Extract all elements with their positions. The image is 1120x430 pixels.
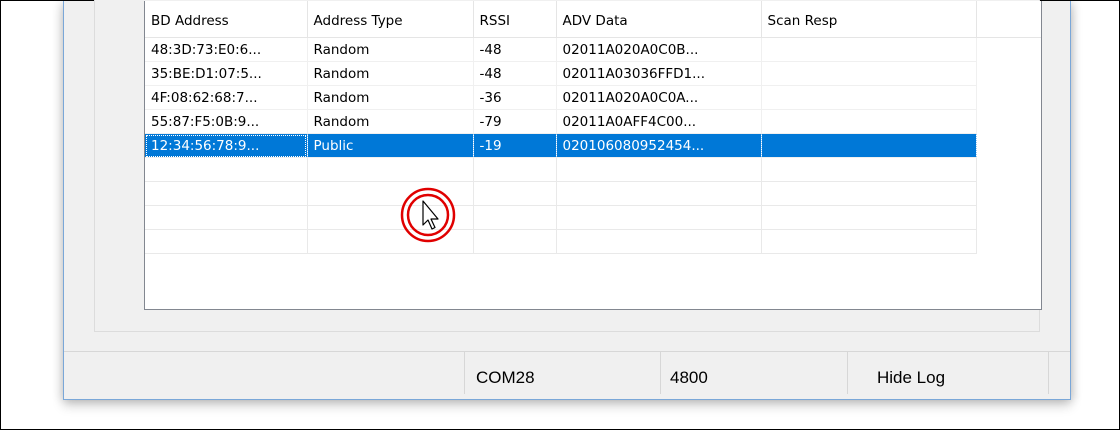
cell-address-type: Random xyxy=(307,61,474,86)
cell-address-type: Public xyxy=(307,133,474,158)
table-row[interactable]: 55:87:F5:0B:9... Random -79 02011A0AFF4C… xyxy=(145,109,977,134)
cell-scan-resp xyxy=(761,109,977,134)
empty-row xyxy=(145,157,977,182)
device-list[interactable]: BD Address Address Type RSSI ADV Data Sc… xyxy=(144,1,1042,310)
app-window: BD Address Address Type RSSI ADV Data Sc… xyxy=(63,0,1071,400)
cell-rssi: -48 xyxy=(473,37,557,62)
hide-log-label: Hide Log xyxy=(877,368,946,387)
cell-scan-resp xyxy=(761,133,977,158)
cell-adv-data: 020106080952454... xyxy=(556,133,762,158)
column-header-bd-address[interactable]: BD Address xyxy=(145,1,308,38)
table-header-row: BD Address Address Type RSSI ADV Data Sc… xyxy=(145,1,977,38)
cell-bd-address: 55:87:F5:0B:9... xyxy=(145,109,308,134)
status-segment-blank xyxy=(64,352,465,394)
cell-rssi: -48 xyxy=(473,61,557,86)
status-segment-port: COM28 xyxy=(464,352,661,394)
cell-rssi: -79 xyxy=(473,109,557,134)
cell-bd-address: 35:BE:D1:07:5... xyxy=(145,61,308,86)
cell-rssi: -19 xyxy=(473,133,557,158)
cell-address-type: Random xyxy=(307,109,474,134)
device-table: BD Address Address Type RSSI ADV Data Sc… xyxy=(145,1,977,254)
status-segment-baud: 4800 xyxy=(660,352,848,394)
cell-adv-data: 02011A03036FFD1... xyxy=(556,61,762,86)
baud-rate-label: 4800 xyxy=(670,368,708,387)
cell-address-type: Random xyxy=(307,37,474,62)
cell-rssi: -36 xyxy=(473,85,557,110)
cell-scan-resp xyxy=(761,61,977,86)
status-bar: COM28 4800 Hide Log xyxy=(64,351,1070,398)
table-row[interactable]: 48:3D:73:E0:6... Random -48 02011A020A0C… xyxy=(145,37,977,62)
table-row[interactable]: 4F:08:62:68:7... Random -36 02011A020A0C… xyxy=(145,85,977,110)
column-header-scan-resp[interactable]: Scan Resp xyxy=(761,1,977,38)
cell-adv-data: 02011A0AFF4C00... xyxy=(556,109,762,134)
cell-bd-address: 48:3D:73:E0:6... xyxy=(145,37,308,62)
cell-adv-data: 02011A020A0C0A... xyxy=(556,85,762,110)
cell-scan-resp xyxy=(761,37,977,62)
column-header-address-type[interactable]: Address Type xyxy=(307,1,474,38)
column-header-adv-data[interactable]: ADV Data xyxy=(556,1,762,38)
table-row-selected[interactable]: 12:34:56:78:9... Public -19 020106080952… xyxy=(145,133,977,158)
arrow-pointer-icon xyxy=(422,200,439,230)
table-row[interactable]: 35:BE:D1:07:5... Random -48 02011A03036F… xyxy=(145,61,977,86)
screenshot-frame: BD Address Address Type RSSI ADV Data Sc… xyxy=(0,0,1120,430)
cell-bd-address: 4F:08:62:68:7... xyxy=(145,85,308,110)
hide-log-button[interactable]: Hide Log xyxy=(847,352,1049,394)
com-port-label: COM28 xyxy=(476,368,535,387)
empty-row xyxy=(145,229,977,254)
empty-row xyxy=(145,205,977,230)
cell-address-type: Random xyxy=(307,85,474,110)
cell-scan-resp xyxy=(761,85,977,110)
click-highlight-icon xyxy=(400,187,456,243)
cell-bd-address: 12:34:56:78:9... xyxy=(145,133,308,158)
cell-adv-data: 02011A020A0C0B... xyxy=(556,37,762,62)
empty-row xyxy=(145,181,977,206)
header-filler xyxy=(976,1,1041,38)
column-header-rssi[interactable]: RSSI xyxy=(473,1,557,38)
